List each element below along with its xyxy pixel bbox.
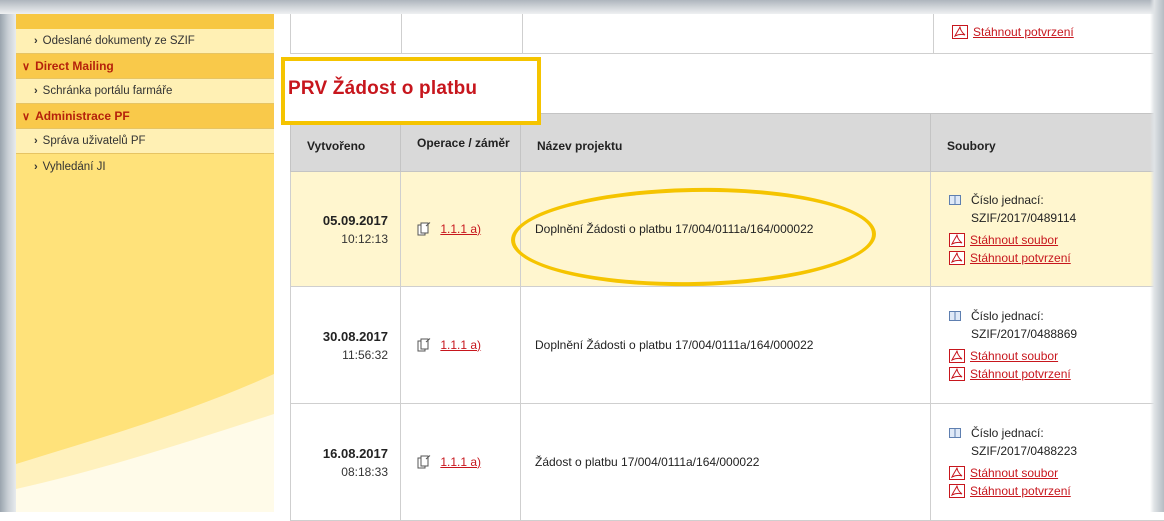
table-row: 16.08.2017 08:18:33 1.1.1 a) Žádost o pl…	[291, 404, 1164, 521]
book-icon	[949, 310, 961, 322]
sidebar-item-farmer-mailbox[interactable]: › Schránka portálu farmáře	[16, 79, 274, 104]
download-confirmation-link[interactable]: Stáhnout potvrzení	[970, 365, 1071, 383]
pdf-icon	[949, 251, 965, 265]
pdf-icon	[949, 367, 965, 381]
chevron-right-icon: ›	[34, 135, 38, 147]
row-time: 10:12:13	[292, 232, 388, 246]
pdf-icon	[949, 484, 965, 498]
pdf-icon	[949, 349, 965, 363]
row-date: 05.09.2017	[292, 213, 388, 228]
reference-number-value: SZIF/2017/0488869	[949, 325, 1163, 343]
sidebar-item-label: Správa uživatelů PF	[43, 135, 146, 147]
sidebar-section-administrace-pf[interactable]: ∨ Administrace PF	[16, 104, 274, 129]
screenshot-frame-top	[0, 0, 1164, 14]
reference-number-label: Číslo jednací:	[971, 424, 1044, 442]
payment-requests-table: Vytvořeno Operace / záměr Název projektu…	[290, 113, 1164, 521]
column-header-files[interactable]: Soubory	[931, 114, 1164, 172]
cell-files: Číslo jednací: SZIF/2017/0488223 Stáhnou…	[931, 404, 1164, 521]
chevron-down-icon: ∨	[22, 60, 30, 73]
column-header-project[interactable]: Název projektu	[521, 114, 931, 172]
cell-created: 16.08.2017 08:18:33	[291, 404, 401, 521]
chevron-right-icon: ›	[34, 161, 38, 173]
sidebar-section-label: Direct Mailing	[35, 59, 114, 73]
chevron-right-icon: ›	[34, 85, 38, 97]
cell-files: Číslo jednací: SZIF/2017/0489114 Stáhnou…	[931, 172, 1164, 287]
operation-link[interactable]: 1.1.1 a)	[440, 455, 481, 469]
pdf-icon	[949, 466, 965, 480]
document-edit-icon	[417, 455, 431, 469]
sidebar-top-strip	[16, 14, 274, 30]
download-file-link[interactable]: Stáhnout soubor	[970, 464, 1058, 482]
sidebar-section-label: Administrace PF	[35, 109, 130, 123]
download-confirmation-link[interactable]: Stáhnout potvrzení	[970, 482, 1071, 500]
reference-number-label: Číslo jednací:	[971, 191, 1044, 209]
download-confirmation-link[interactable]: Stáhnout potvrzení	[970, 249, 1071, 267]
pdf-icon	[949, 233, 965, 247]
sidebar-item-label: Vyhledání JI	[43, 161, 106, 173]
chevron-right-icon: ›	[34, 35, 38, 47]
sidebar-section-direct-mailing[interactable]: ∨ Direct Mailing	[16, 54, 274, 79]
screenshot-frame-left	[0, 0, 16, 512]
row-date: 16.08.2017	[292, 446, 388, 461]
reference-number-value: SZIF/2017/0488223	[949, 442, 1163, 460]
sidebar-item-sent-documents[interactable]: › Odeslané dokumenty ze SZIF	[16, 29, 274, 54]
sidebar: › Odeslané dokumenty ze SZIF ∨ Direct Ma…	[16, 14, 274, 512]
sidebar-item-label: Odeslané dokumenty ze SZIF	[43, 35, 195, 47]
document-edit-icon	[417, 338, 431, 352]
document-edit-icon	[417, 222, 431, 236]
cell-created: 30.08.2017 11:56:32	[291, 287, 401, 404]
screenshot-frame-right	[1150, 0, 1164, 512]
reference-number-label: Číslo jednací:	[971, 307, 1044, 325]
chevron-down-icon: ∨	[22, 110, 30, 123]
cell-project: Žádost o platbu 17/004/0111a/164/000022	[521, 404, 931, 521]
sidebar-decoration	[16, 344, 274, 512]
cell-operation: 1.1.1 a)	[401, 172, 521, 287]
table-row: 30.08.2017 11:56:32 1.1.1 a) Doplnění Žá…	[291, 287, 1164, 404]
operation-link[interactable]: 1.1.1 a)	[440, 338, 481, 352]
pdf-icon	[952, 25, 968, 39]
download-file-link[interactable]: Stáhnout soubor	[970, 347, 1058, 365]
sidebar-item-user-management[interactable]: › Správa uživatelů PF	[16, 129, 274, 154]
cell-operation: 1.1.1 a)	[401, 287, 521, 404]
cell-files: Číslo jednací: SZIF/2017/0488869 Stáhnou…	[931, 287, 1164, 404]
operation-link[interactable]: 1.1.1 a)	[440, 222, 481, 236]
cell-created: 05.09.2017 10:12:13	[291, 172, 401, 287]
download-file-link[interactable]: Stáhnout soubor	[970, 231, 1058, 249]
book-icon	[949, 194, 961, 206]
sidebar-item-search-ji[interactable]: › Vyhledání JI	[16, 154, 274, 179]
page-title: PRV Žádost o platbu	[288, 78, 477, 100]
row-time: 08:18:33	[292, 465, 388, 479]
book-icon	[949, 427, 961, 439]
reference-number-value: SZIF/2017/0489114	[949, 209, 1163, 227]
cell-project: Doplnění Žádosti o platbu 17/004/0111a/1…	[521, 287, 931, 404]
row-date: 30.08.2017	[292, 329, 388, 344]
table-row: 05.09.2017 10:12:13 1.1.1 a) Doplnění Žá…	[291, 172, 1164, 287]
download-confirmation-link[interactable]: Stáhnout potvrzení	[973, 23, 1074, 41]
cell-project: Doplnění Žádosti o platbu 17/004/0111a/1…	[521, 172, 931, 287]
sidebar-item-label: Schránka portálu farmáře	[43, 85, 173, 97]
cell-operation: 1.1.1 a)	[401, 404, 521, 521]
row-time: 11:56:32	[292, 348, 388, 362]
